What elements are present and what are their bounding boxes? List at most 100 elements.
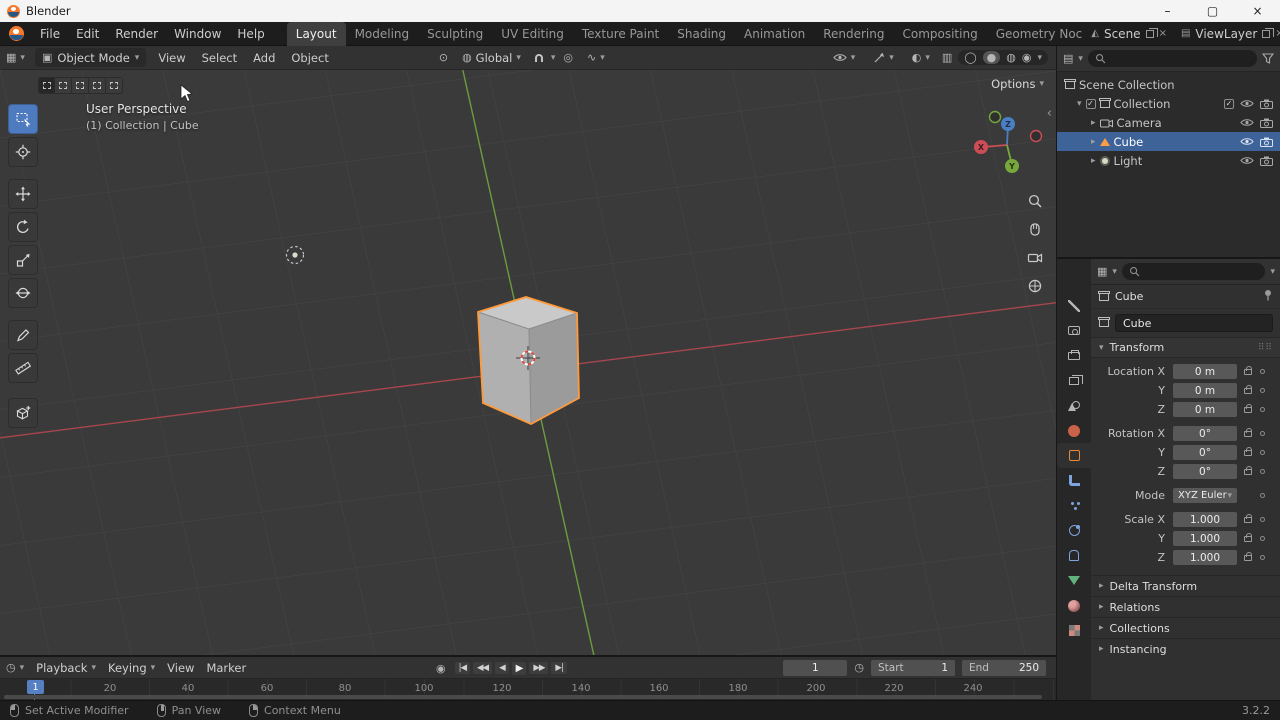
pan-button[interactable] (1022, 216, 1048, 242)
options-button[interactable]: Options ▾ (991, 77, 1044, 91)
render-camera-icon[interactable] (1260, 156, 1273, 166)
close-button[interactable]: × (1235, 0, 1280, 22)
frame-start-field[interactable]: Start 1 (871, 660, 955, 676)
render-camera-icon[interactable] (1260, 137, 1273, 147)
editor-type-button[interactable]: ▦ ▾ (0, 46, 31, 70)
animate-dot[interactable] (1260, 431, 1265, 436)
properties-editor-icon[interactable]: ▦ (1097, 265, 1107, 278)
gizmo-neg-y-handle[interactable] (990, 112, 1001, 123)
overlays-button[interactable]: ◐ ▾ (906, 46, 936, 70)
disclosure-triangle[interactable]: ▸ (1091, 156, 1096, 166)
gizmo-neg-x-handle[interactable] (1031, 131, 1042, 142)
transform-orientation-button[interactable]: ◍ Global ▾ (456, 46, 527, 70)
minimize-button[interactable]: – (1145, 0, 1190, 22)
menu-window[interactable]: Window (166, 22, 229, 46)
frame-end-field[interactable]: End 250 (962, 660, 1046, 676)
menu-select[interactable]: Select (194, 46, 245, 70)
ortho-toggle-button[interactable] (1022, 273, 1048, 299)
eye-icon[interactable] (1240, 99, 1254, 108)
playback-menu[interactable]: Playback ▾ (30, 656, 102, 680)
outliner-row-cube[interactable]: ▸ Cube (1057, 132, 1280, 151)
navigation-gizmo[interactable]: Z X Y (972, 108, 1048, 184)
timeline-scrollbar[interactable] (4, 695, 1042, 699)
menu-add[interactable]: Add (245, 46, 283, 70)
view-menu[interactable]: View (161, 656, 200, 680)
lock-icon[interactable] (1244, 469, 1252, 475)
rotation-x-field[interactable]: 0° (1173, 426, 1237, 441)
menu-file[interactable]: File (32, 22, 68, 46)
tool-scale[interactable] (8, 245, 38, 275)
filter-icon[interactable] (1262, 53, 1274, 64)
eye-icon[interactable] (1240, 137, 1254, 146)
select-mode-intersect[interactable] (106, 77, 123, 94)
tab-object-data[interactable] (1057, 568, 1091, 593)
outliner-editor-icon[interactable]: ▤ (1063, 52, 1073, 65)
tool-transform[interactable] (8, 278, 38, 308)
tab-uv-editing[interactable]: UV Editing (492, 22, 573, 46)
drag-grip-icon[interactable]: ⠿⠿ (1258, 343, 1273, 353)
new-viewlayer-icon[interactable] (1262, 30, 1270, 38)
lock-icon[interactable] (1244, 517, 1252, 523)
tab-geometry-nodes[interactable]: Geometry Noc (987, 22, 1092, 46)
shading-options-chevron[interactable]: ▾ (1037, 53, 1042, 63)
animate-dot[interactable] (1260, 555, 1265, 560)
outliner-row-camera[interactable]: ▸ Camera (1057, 113, 1280, 132)
maximize-button[interactable]: ▢ (1190, 0, 1235, 22)
marker-menu[interactable]: Marker (200, 656, 252, 680)
shading-solid-button[interactable]: ● (983, 51, 1001, 64)
keying-menu[interactable]: Keying ▾ (102, 656, 161, 680)
zoom-button[interactable] (1022, 188, 1048, 214)
use-preview-range-icon[interactable]: ◷ (854, 661, 864, 674)
location-y-field[interactable]: 0 m (1173, 383, 1237, 398)
auto-key-record-button[interactable]: ◉ (436, 662, 446, 675)
animate-dot[interactable] (1260, 407, 1265, 412)
timeline-editor-button[interactable]: ◷ ▾ (0, 656, 30, 680)
outliner-search-input[interactable] (1088, 50, 1257, 67)
play-button[interactable]: ▶ (512, 662, 527, 675)
select-mode-subtract[interactable] (72, 77, 89, 94)
tab-layout[interactable]: Layout (287, 22, 346, 46)
lock-icon[interactable] (1244, 536, 1252, 542)
scale-y-field[interactable]: 1.000 (1173, 531, 1237, 546)
shading-rendered-button[interactable]: ◉ (1022, 51, 1032, 64)
tool-move[interactable] (8, 179, 38, 209)
menu-view[interactable]: View (150, 46, 193, 70)
animate-dot[interactable] (1260, 388, 1265, 393)
transform-panel-header[interactable]: ▾ Transform ⠿⠿ (1091, 337, 1280, 358)
tab-animation[interactable]: Animation (735, 22, 814, 46)
delta-transform-panel[interactable]: ▸ Delta Transform (1091, 575, 1280, 596)
tab-material[interactable] (1057, 593, 1091, 618)
pivot-point-button[interactable]: ⊙ (433, 46, 454, 70)
lock-icon[interactable] (1244, 555, 1252, 561)
shading-wireframe-button[interactable]: ◯ (964, 51, 976, 64)
outliner-row-scene-collection[interactable]: Scene Collection (1057, 75, 1280, 94)
tool-select-box[interactable] (8, 104, 38, 134)
tool-measure[interactable] (8, 353, 38, 383)
disclosure-triangle[interactable]: ▸ (1091, 118, 1096, 128)
snap-options-chevron[interactable]: ▾ (551, 53, 556, 63)
select-mode-extend[interactable] (55, 77, 72, 94)
scale-x-field[interactable]: 1.000 (1173, 512, 1237, 527)
select-mode-invert[interactable] (89, 77, 106, 94)
lock-icon[interactable] (1244, 369, 1252, 375)
playhead[interactable]: 1 (27, 680, 44, 694)
rotation-mode-select[interactable]: XYZ Euler ▾ (1173, 488, 1237, 503)
tab-tool[interactable] (1057, 293, 1091, 318)
animate-dot[interactable] (1260, 517, 1265, 522)
snap-toggle[interactable] (529, 46, 549, 70)
disclosure-triangle[interactable]: ▸ (1091, 137, 1096, 147)
tab-constraints[interactable] (1057, 543, 1091, 568)
location-x-field[interactable]: 0 m (1173, 364, 1237, 379)
lock-icon[interactable] (1244, 407, 1252, 413)
next-keyframe-button[interactable]: ▶▶ (529, 662, 548, 674)
location-z-field[interactable]: 0 m (1173, 402, 1237, 417)
shading-material-button[interactable]: ◍ (1006, 51, 1016, 64)
tab-compositing[interactable]: Compositing (893, 22, 986, 46)
animate-dot[interactable] (1260, 536, 1265, 541)
tab-modeling[interactable]: Modeling (346, 22, 419, 46)
tool-add-cube[interactable] (8, 398, 38, 428)
outliner-row-light[interactable]: ▸ Light (1057, 151, 1280, 170)
blender-logo-icon[interactable] (9, 26, 24, 41)
animate-dot[interactable] (1260, 469, 1265, 474)
unlink-scene-icon[interactable]: × (1159, 28, 1167, 39)
